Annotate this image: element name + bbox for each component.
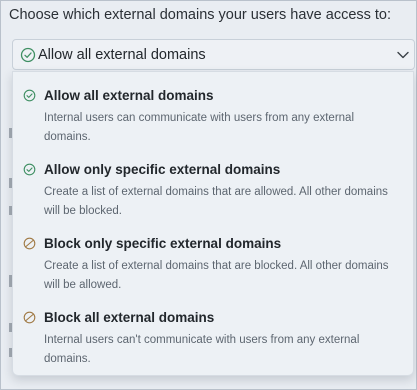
option-description: Internal users can't communicate with us… <box>44 334 360 365</box>
check-circle-icon <box>20 47 36 63</box>
option-title: Allow all external domains <box>44 88 214 103</box>
check-circle-icon <box>23 89 36 102</box>
check-circle-icon <box>23 163 36 176</box>
external-domains-select[interactable]: Allow all external domains <box>12 39 415 70</box>
option-title: Allow only specific external domains <box>44 162 281 177</box>
select-value: Allow all external domains <box>38 47 206 63</box>
block-icon <box>23 311 36 324</box>
option-block-specific[interactable]: Block only specific external domains Cre… <box>13 220 413 294</box>
option-allow-specific[interactable]: Allow only specific external domains Cre… <box>13 146 413 220</box>
option-title: Block all external domains <box>44 310 215 325</box>
domain-options-dropdown: Allow all external domains Internal user… <box>12 71 414 376</box>
option-description: Internal users can communicate with user… <box>44 112 354 143</box>
block-icon <box>23 237 36 250</box>
chevron-down-icon[interactable] <box>396 48 410 62</box>
option-description: Create a list of external domains that a… <box>44 186 388 217</box>
option-title: Block only specific external domains <box>44 236 282 251</box>
domain-access-prompt: Choose which external domains your users… <box>9 7 392 23</box>
option-description: Create a list of external domains that a… <box>44 260 389 291</box>
option-block-all[interactable]: Block all external domains Internal user… <box>13 294 413 368</box>
option-allow-all[interactable]: Allow all external domains Internal user… <box>13 72 413 146</box>
